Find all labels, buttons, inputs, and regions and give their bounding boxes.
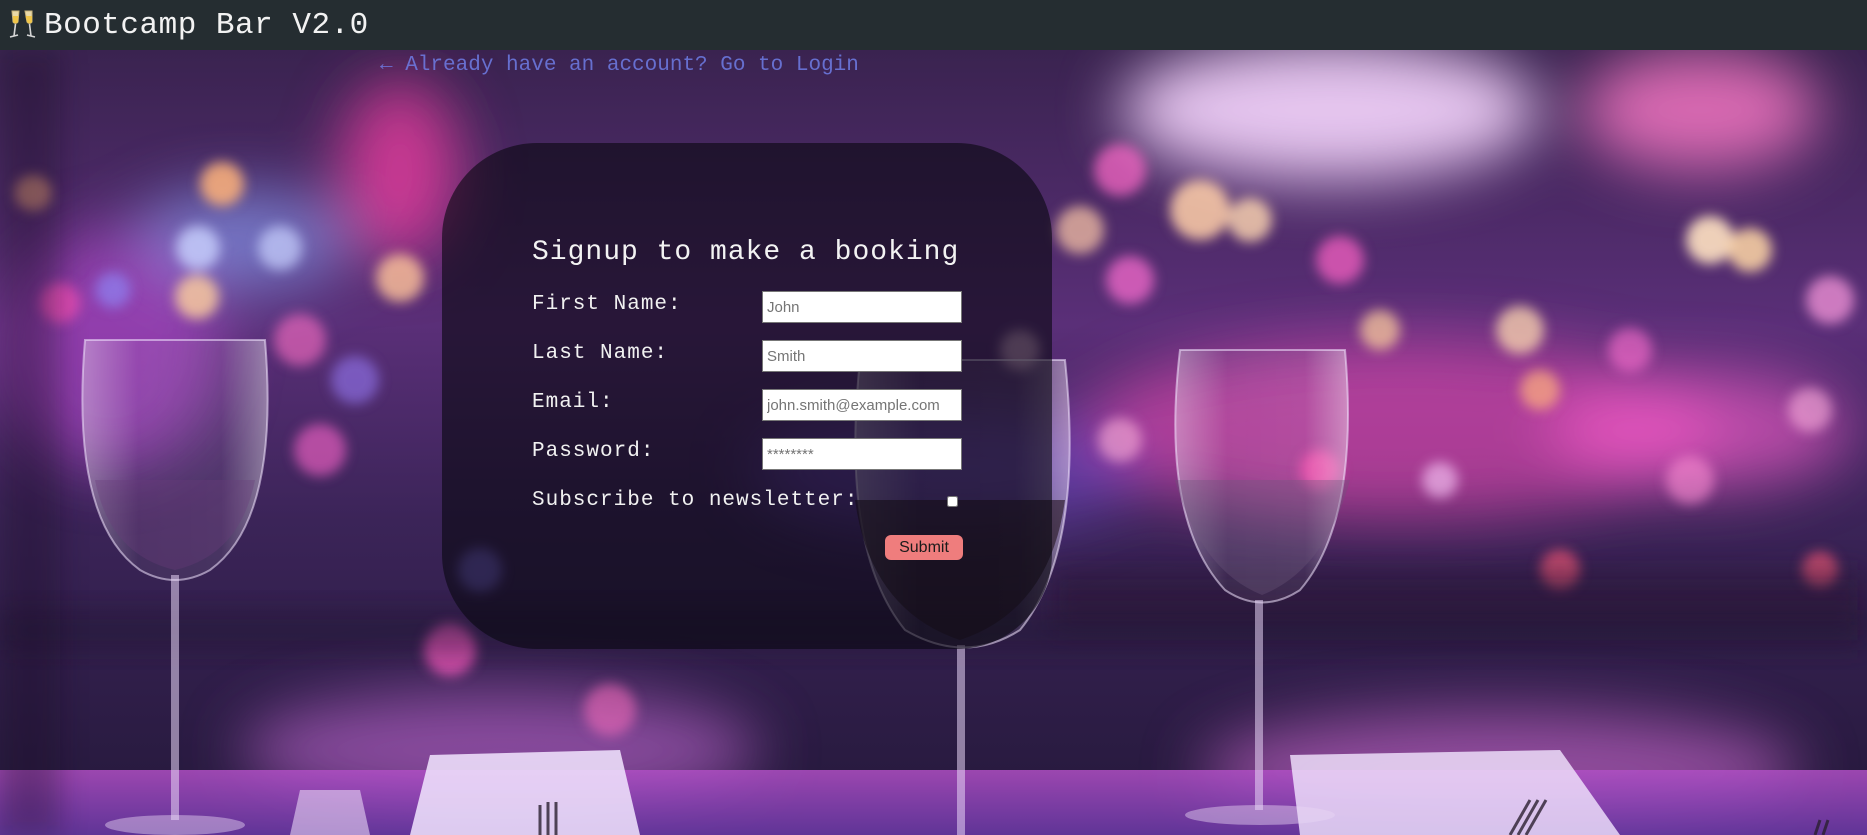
newsletter-label: Subscribe to newsletter: (532, 489, 859, 512)
email-input[interactable] (762, 389, 962, 421)
email-label: Email: (532, 391, 614, 414)
form-title: Signup to make a booking (532, 237, 960, 268)
last-name-input[interactable] (762, 340, 962, 372)
submit-button[interactable]: Submit (885, 535, 963, 560)
champagne-glasses-icon (9, 10, 36, 38)
first-name-label: First Name: (532, 293, 682, 316)
password-label: Password: (532, 440, 655, 463)
app-title: Bootcamp Bar V2.0 (44, 7, 369, 43)
last-name-label: Last Name: (532, 342, 669, 365)
newsletter-checkbox[interactable] (947, 496, 958, 507)
navbar: Bootcamp Bar V2.0 (0, 0, 1867, 50)
go-to-login-link[interactable]: ← Already have an account? Go to Login (380, 54, 859, 77)
password-input[interactable] (762, 438, 962, 470)
signup-card: Signup to make a booking First Name: Las… (442, 143, 1052, 649)
first-name-input[interactable] (762, 291, 962, 323)
